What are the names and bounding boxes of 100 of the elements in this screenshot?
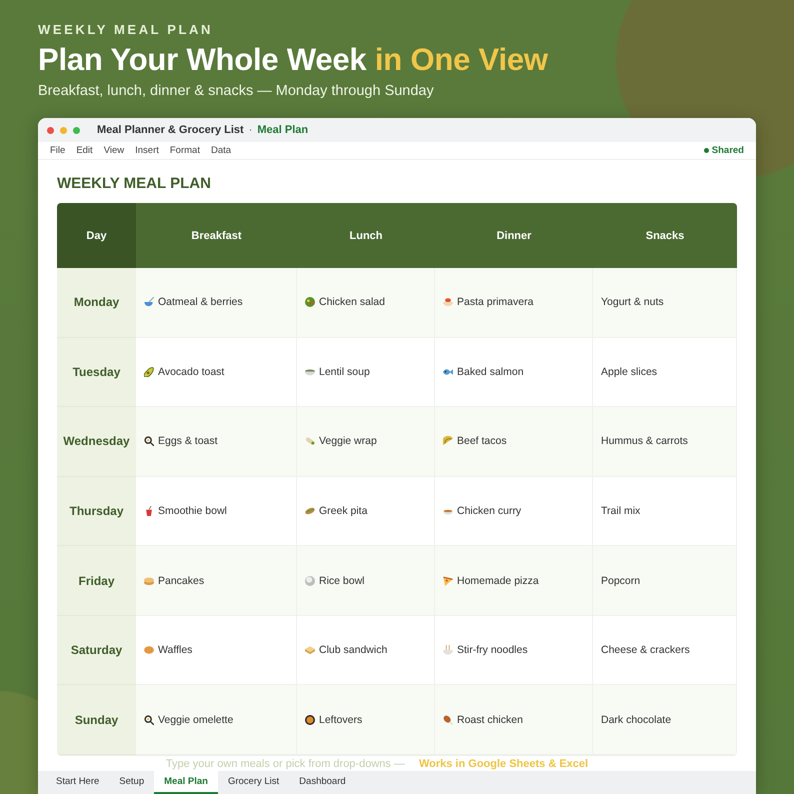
meal-name: Eggs & toast [158,435,218,448]
day-cell: Thursday [57,476,136,546]
fish-icon [443,366,453,377]
menu-item[interactable]: File [45,145,70,156]
meal-name: Trail mix [601,504,640,517]
avocado-icon [144,366,154,377]
table-cell[interactable]: Smoothie bowl [136,476,297,546]
meal-name: Greek pita [319,504,368,517]
table-cell[interactable]: Club sandwich [297,616,435,686]
frying-pan-icon [144,436,154,446]
frying-pan-icon [144,714,154,725]
table-cell[interactable]: Baked salmon [435,338,593,408]
table-cell[interactable]: Trail mix [593,476,737,546]
table-cell[interactable]: Oatmeal & berries [136,268,297,338]
taco-icon [443,436,453,446]
table-cell[interactable]: Roast chicken [435,685,593,755]
day-cell: Sunday [57,685,136,755]
table-cell[interactable]: Stir-fry noodles [435,616,593,686]
table-cell[interactable]: Dark chocolate [593,685,737,755]
meal-name: Popcorn [601,574,640,587]
menu-item[interactable]: View [98,145,130,156]
title-separator: · [248,124,252,136]
table-cell[interactable]: Veggie wrap [297,407,435,477]
flatbread-icon [305,506,315,516]
caption-hint: Type your own meals or pick from drop-downs — [166,758,405,771]
rice-ball-icon [305,576,315,586]
meal-name: Club sandwich [319,644,388,656]
table-cell[interactable]: Popcorn [593,546,737,616]
table-cell[interactable]: Eggs & toast [136,407,297,477]
table-cell[interactable]: Greek pita [297,476,435,546]
table-cell[interactable]: Waffles [136,616,297,686]
meal-name: Lentil soup [319,366,370,378]
table-cell[interactable]: Chicken curry [435,476,593,546]
table-cell[interactable]: Avocado toast [136,338,297,408]
table-cell[interactable]: Apple slices [593,338,737,408]
sheet-tab[interactable]: Grocery List [218,771,290,794]
sheet-tab[interactable]: Start Here [46,771,110,794]
menu-item[interactable]: Insert [130,145,164,156]
column-header: Lunch [297,203,435,268]
meal-name: Stir-fry noodles [457,644,528,656]
meal-name: Veggie omelette [158,714,234,726]
day-cell: Tuesday [57,338,136,408]
meal-name: Apple slices [601,366,658,378]
meal-name: Smoothie bowl [158,504,227,517]
sheet-tab[interactable]: Dashboard [289,771,356,794]
meal-name: Pasta primavera [457,296,534,308]
soup-bowl-icon [305,366,315,377]
document-name: Meal Plan [257,124,308,136]
table-cell[interactable]: Rice bowl [297,546,435,616]
meal-name: Chicken salad [319,296,385,308]
menu-item[interactable]: Data [206,145,236,156]
meal-name: Cheese & crackers [601,644,690,656]
meal-name: Chicken curry [457,504,522,517]
table-cell[interactable]: Pasta primavera [435,268,593,338]
minimize-icon[interactable] [60,126,67,134]
noodle-bowl-icon [443,645,453,656]
table-cell[interactable]: Homemade pizza [435,546,593,616]
sheet-tab[interactable]: Meal Plan [154,771,218,794]
menu-item[interactable]: Format [164,145,205,156]
day-cell: Friday [57,546,136,616]
round-pan-icon [305,714,315,725]
table-cell[interactable]: Hummus & carrots [593,407,737,477]
window-title: Meal Planner & Grocery List [97,124,244,136]
table-cell[interactable]: Lentil soup [297,338,435,408]
table-cell[interactable]: Chicken salad [297,268,435,338]
column-header: Snacks [593,203,737,268]
meal-name: Veggie wrap [319,435,377,448]
meal-name: Leftovers [319,714,362,726]
meal-name: Avocado toast [158,366,224,378]
sheet-heading: WEEKLY MEAL PLAN [57,175,211,193]
pizza-slice-icon [443,576,453,586]
table-cell[interactable]: Beef tacos [435,407,593,477]
day-cell: Wednesday [57,407,136,477]
meal-name: Baked salmon [457,366,524,378]
bowl-spoon-icon [144,297,154,308]
maximize-icon[interactable] [73,126,80,134]
headline: Plan Your Whole Week in One View [38,42,548,78]
waffle-icon [144,645,154,656]
table-cell[interactable]: Leftovers [297,685,435,755]
close-icon[interactable] [47,126,54,134]
meal-name: Rice bowl [319,574,365,587]
sandwich-icon [305,645,315,656]
day-cell: Monday [57,268,136,338]
drumstick-icon [443,714,453,725]
column-header: Dinner [435,203,593,268]
caption-highlight: Works in Google Sheets & Excel [418,758,588,771]
meal-name: Oatmeal & berries [158,296,243,308]
table-cell[interactable]: Yogurt & nuts [593,268,737,338]
day-cell: Saturday [57,616,136,686]
column-header: Day [57,203,136,268]
meal-name: Dark chocolate [601,714,672,726]
table-cell[interactable]: Pancakes [136,546,297,616]
table-cell[interactable]: Cheese & crackers [593,616,737,686]
meal-name: Waffles [158,644,192,656]
pancake-icon [144,576,154,586]
table-cell[interactable]: Veggie omelette [136,685,297,755]
menu-item[interactable]: Edit [71,145,98,156]
eyebrow-label: WEEKLY MEAL PLAN [38,22,213,38]
sheet-tab[interactable]: Setup [109,771,154,794]
subtitle: Breakfast, lunch, dinner & snacks — Monday through Sunday [38,82,434,100]
